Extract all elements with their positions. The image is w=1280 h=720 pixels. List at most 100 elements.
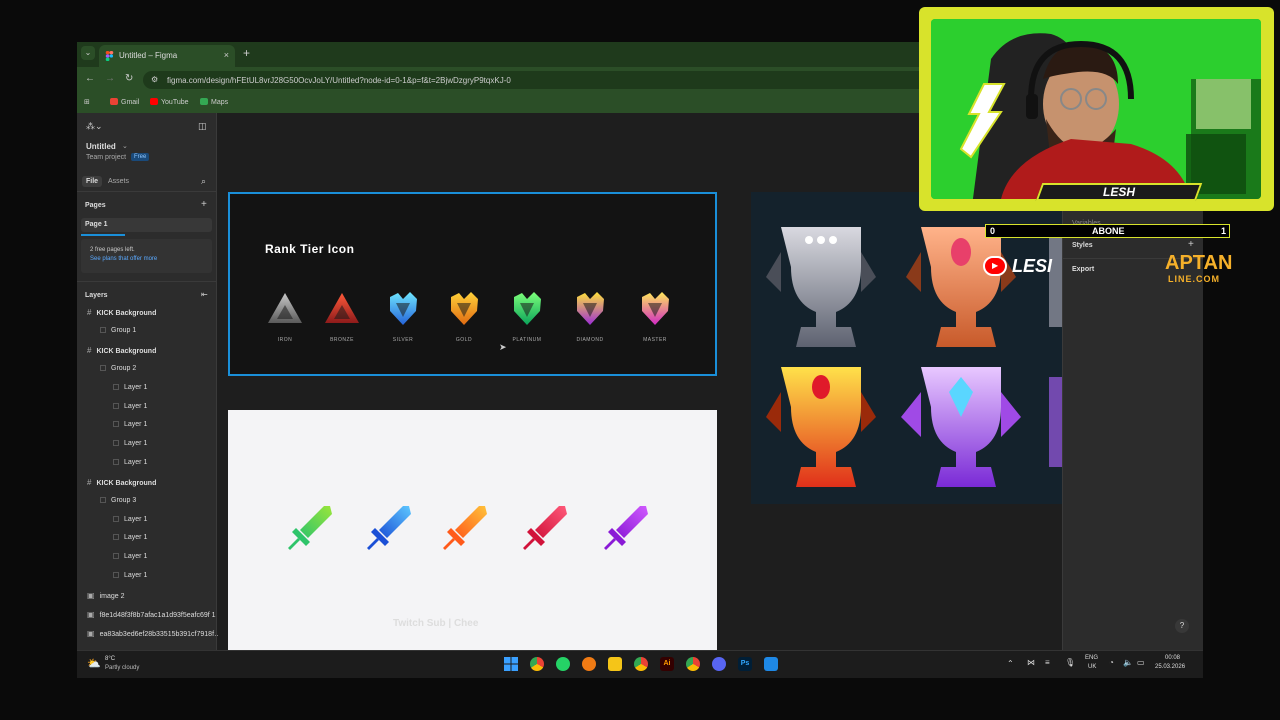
back-icon[interactable]: ← bbox=[85, 73, 95, 84]
layer-name: Layer 1 bbox=[124, 516, 148, 523]
trophy-image[interactable] bbox=[751, 192, 1062, 504]
layer-item[interactable]: Layer 1 bbox=[113, 440, 147, 447]
photoshop-icon[interactable]: Ps bbox=[738, 657, 752, 671]
layer-item[interactable]: Layer 1 bbox=[113, 516, 147, 523]
add-style-button[interactable]: + bbox=[1188, 239, 1194, 250]
layer-item[interactable]: Group 2 bbox=[100, 365, 136, 372]
rank-label: MASTER bbox=[643, 337, 667, 343]
layer-item[interactable]: Layer 1 bbox=[113, 384, 147, 391]
reload-icon[interactable]: ↻ bbox=[125, 73, 133, 84]
image-icon: ▣ bbox=[87, 591, 95, 600]
weather-temp: 8°C bbox=[105, 656, 116, 662]
layer-icon bbox=[113, 516, 119, 522]
tab-title: Untitled – Figma bbox=[119, 51, 178, 60]
faded-text: Twitch Sub | Chee bbox=[393, 618, 479, 629]
tab-figma[interactable]: Untitled – Figma × bbox=[99, 45, 235, 67]
youtube-icon bbox=[150, 98, 158, 105]
swords-frame[interactable]: Twitch Sub | Chee bbox=[228, 410, 717, 650]
clock-date[interactable]: 25.03.2026 bbox=[1155, 664, 1185, 670]
microphone-icon[interactable]: 🎙 bbox=[1065, 658, 1075, 667]
layer-item[interactable]: Layer 1 bbox=[113, 459, 147, 466]
image-icon: ▣ bbox=[87, 629, 95, 638]
file-explorer-icon[interactable] bbox=[608, 657, 622, 671]
whatsapp-icon[interactable] bbox=[556, 657, 570, 671]
rank-badge-icon bbox=[268, 293, 302, 323]
layer-item[interactable]: Layer 1 bbox=[113, 572, 147, 579]
settings-tray-icon[interactable]: ≡ bbox=[1045, 658, 1050, 667]
layer-item[interactable]: Layer 1 bbox=[113, 421, 147, 428]
apps-icon[interactable]: ⊞ bbox=[84, 98, 90, 106]
blender-icon[interactable] bbox=[582, 657, 596, 671]
tab-search-button[interactable]: ⌄ bbox=[81, 46, 95, 60]
layer-item[interactable]: ▣ image 2 bbox=[87, 591, 124, 600]
layer-item[interactable]: Layer 1 bbox=[113, 403, 147, 410]
chrome-icon[interactable] bbox=[530, 657, 544, 671]
layer-item[interactable]: ▣ f8e1d48f3f8b7afac1a1d93f5eafc69f 1 bbox=[87, 610, 216, 619]
page-label: Page 1 bbox=[85, 221, 108, 228]
layer-item[interactable]: # KICK Background bbox=[87, 478, 156, 487]
chrome-icon[interactable] bbox=[634, 657, 648, 671]
photos-icon[interactable] bbox=[764, 657, 778, 671]
add-page-button[interactable]: + bbox=[201, 199, 207, 210]
search-icon[interactable]: ⌕ bbox=[201, 176, 206, 187]
layer-icon bbox=[113, 572, 119, 578]
file-name[interactable]: Untitled bbox=[86, 142, 116, 151]
tab-file[interactable]: File bbox=[82, 176, 103, 187]
clock-time[interactable]: 00:08 bbox=[1165, 655, 1180, 661]
rank-iron: IRON bbox=[265, 289, 305, 343]
rank-tier-frame[interactable]: Rank Tier Icon IRON BRONZE SILVER GOLD PLATI… bbox=[228, 192, 717, 376]
bookmark-youtube[interactable]: YouTube bbox=[150, 98, 189, 106]
layer-item[interactable]: Layer 1 bbox=[113, 534, 147, 541]
upgrade-note: 2 free pages left. See plans that offer … bbox=[81, 239, 212, 273]
goal-start: 0 bbox=[990, 226, 996, 236]
layer-item[interactable]: Layer 1 bbox=[113, 553, 147, 560]
start-icon[interactable] bbox=[504, 657, 518, 671]
chrome-icon[interactable] bbox=[686, 657, 700, 671]
layer-item[interactable]: # KICK Background bbox=[87, 308, 156, 317]
rank-label: IRON bbox=[277, 337, 293, 343]
trophy-purple bbox=[901, 367, 1021, 487]
layer-item[interactable]: # KICK Background bbox=[87, 346, 156, 355]
kick-tray-icon[interactable]: ⋈ bbox=[1027, 658, 1035, 667]
language-top[interactable]: ENG bbox=[1085, 655, 1098, 661]
new-tab-button[interactable]: + bbox=[243, 46, 250, 60]
layer-item[interactable]: Group 1 bbox=[100, 327, 136, 334]
sword-icon bbox=[523, 506, 567, 550]
divider bbox=[77, 281, 217, 282]
bookmark-gmail[interactable]: Gmail bbox=[110, 98, 139, 106]
trophy-gold bbox=[766, 367, 876, 487]
discord-icon[interactable] bbox=[712, 657, 726, 671]
rank-label: PLATINUM bbox=[512, 337, 542, 343]
streamer-silhouette-icon bbox=[931, 19, 1261, 199]
layer-icon bbox=[113, 403, 119, 409]
gmail-icon bbox=[110, 98, 118, 105]
layer-item[interactable]: Group 3 bbox=[100, 497, 136, 504]
weather-icon[interactable]: ⛅ bbox=[87, 657, 101, 670]
language-bottom[interactable]: UK bbox=[1088, 664, 1096, 670]
close-icon[interactable]: × bbox=[224, 50, 229, 60]
chevron-up-icon[interactable]: ⌃ bbox=[1007, 659, 1014, 668]
rank-badge-icon bbox=[451, 292, 478, 325]
bookmark-maps[interactable]: Maps bbox=[200, 98, 228, 106]
volume-icon[interactable]: 🔈 bbox=[1123, 658, 1133, 667]
illustrator-icon[interactable]: Ai bbox=[660, 657, 674, 671]
plans-link[interactable]: See plans that offer more bbox=[90, 256, 157, 262]
collapse-layers-icon[interactable]: ⇤ bbox=[201, 290, 208, 299]
layer-item[interactable]: ▣ ea83ab3ed6ef28b33515b391cf7918f… bbox=[87, 629, 221, 638]
sword-icon bbox=[443, 506, 487, 550]
page-item-1[interactable]: Page 1 bbox=[81, 218, 212, 232]
sidebar-toggle-icon[interactable]: ◫ bbox=[198, 121, 207, 132]
rank-badge-icon bbox=[325, 293, 359, 323]
chevron-down-icon[interactable]: ⌄ bbox=[122, 142, 128, 150]
battery-icon[interactable]: ▭ bbox=[1137, 658, 1145, 667]
trophy-bronze bbox=[906, 227, 1016, 347]
figma-menu-icon[interactable]: ⁂⌄ bbox=[86, 121, 103, 132]
divider bbox=[77, 191, 217, 192]
site-info-icon[interactable]: ⚙ bbox=[151, 75, 158, 84]
help-button[interactable]: ? bbox=[1175, 619, 1189, 633]
wifi-icon[interactable]: ◔ bbox=[1109, 658, 1114, 667]
rank-badge-icon bbox=[642, 292, 669, 325]
subscriber-goal-bar: 0 ABONE 1 bbox=[985, 224, 1230, 238]
tab-assets[interactable]: Assets bbox=[108, 178, 129, 185]
forward-icon[interactable]: → bbox=[105, 73, 115, 84]
